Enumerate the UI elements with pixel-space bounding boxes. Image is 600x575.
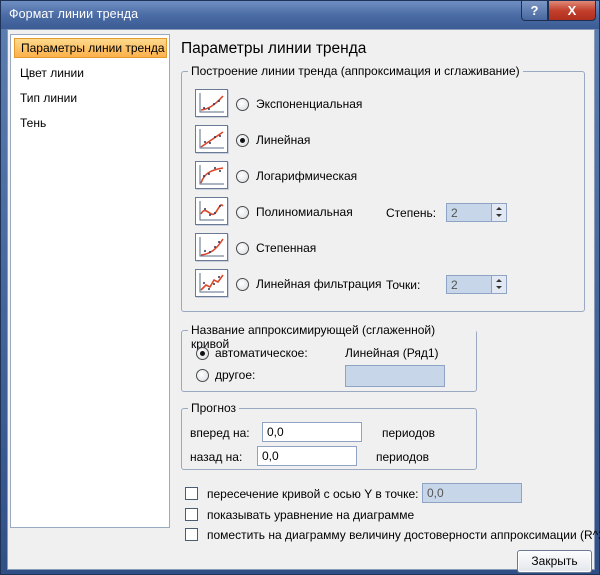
forward-unit: периодов [382,426,436,440]
moving-average-trend-icon[interactable] [195,269,228,297]
nav-item-line-color[interactable]: Цвет линии [14,63,167,83]
auto-name-value: Линейная (Ряд1) [345,346,439,360]
window-title: Формат линии тренда [9,7,139,21]
linear-trend-icon[interactable] [195,125,228,153]
spin-down-icon[interactable] [496,286,502,289]
degree-label: Степень: [386,206,437,220]
power-label: Степенная [256,241,317,255]
custom-name-radio[interactable] [196,369,209,382]
close-window-button[interactable]: X [548,1,596,21]
moving-average-label: Линейная фильтрация [256,277,382,291]
forward-label: вперед на: [190,426,250,440]
nav-item-line-style[interactable]: Тип линии [14,88,167,108]
intercept-label: пересечение кривой с осью Y в точке: [207,487,419,501]
dialog-body: Параметры линии тренда Цвет линии Тип ли… [7,29,600,573]
custom-name-input[interactable] [345,365,445,387]
spin-up-icon[interactable] [496,207,502,210]
intercept-input[interactable]: 0,0 [422,483,522,503]
points-spinner[interactable]: 2 [446,275,507,294]
linear-radio[interactable] [236,134,249,147]
polynomial-radio[interactable] [236,206,249,219]
linear-label: Линейная [256,133,311,147]
custom-name-label: другое: [215,368,256,382]
help-button[interactable]: ? [521,1,548,21]
points-label: Точки: [386,278,421,292]
title-bar[interactable]: Формат линии тренда ? X [1,1,599,29]
trend-type-group: Построение линии тренда (аппроксимация и… [181,64,585,312]
intercept-checkbox[interactable] [185,487,198,500]
show-equation-checkbox[interactable] [185,508,198,521]
exponential-radio[interactable] [236,98,249,111]
panel-title: Параметры линии тренда [181,40,367,57]
auto-name-label: автоматическое: [215,346,308,360]
polynomial-trend-icon[interactable] [195,197,228,225]
nav-item-trendline-options[interactable]: Параметры линии тренда [14,38,167,58]
logarithmic-trend-icon[interactable] [195,161,228,189]
degree-value: 2 [451,206,458,220]
points-spin-arrows[interactable] [491,276,506,293]
trend-name-group: Название аппроксимирующей (сглаженной) к… [181,323,477,392]
options-panel: Параметры линии тренда Построение линии … [175,34,600,542]
trend-type-legend: Построение линии тренда (аппроксимация и… [188,64,523,78]
exponential-label: Экспоненциальная [256,97,363,111]
polynomial-label: Полиномиальная [256,205,353,219]
power-trend-icon[interactable] [195,233,228,261]
backward-input[interactable]: 0,0 [257,446,357,466]
spin-up-icon[interactable] [496,279,502,282]
dialog-window: Формат линии тренда ? X Параметры линии … [0,0,600,575]
logarithmic-label: Логарифмическая [256,169,358,183]
auto-name-radio[interactable] [196,347,209,360]
logarithmic-radio[interactable] [236,170,249,183]
category-list: Параметры линии тренда Цвет линии Тип ли… [10,34,170,528]
close-button[interactable]: Закрыть [517,550,592,573]
nav-item-shadow[interactable]: Тень [14,113,167,133]
show-r2-label: поместить на диаграмму величину достовер… [207,528,600,542]
forecast-legend: Прогноз [188,401,240,415]
forward-input[interactable]: 0,0 [262,422,362,442]
show-r2-checkbox[interactable] [185,528,198,541]
degree-spinner[interactable]: 2 [446,203,507,222]
spin-down-icon[interactable] [496,214,502,217]
backward-unit: периодов [376,450,430,464]
power-radio[interactable] [236,242,249,255]
points-value: 2 [451,278,458,292]
backward-label: назад на: [190,450,243,464]
degree-spin-arrows[interactable] [491,204,506,221]
show-equation-label: показывать уравнение на диаграмме [207,508,415,522]
forecast-group: Прогноз вперед на: 0,0 периодов назад на… [181,401,477,470]
moving-average-radio[interactable] [236,278,249,291]
exponential-trend-icon[interactable] [195,89,228,117]
